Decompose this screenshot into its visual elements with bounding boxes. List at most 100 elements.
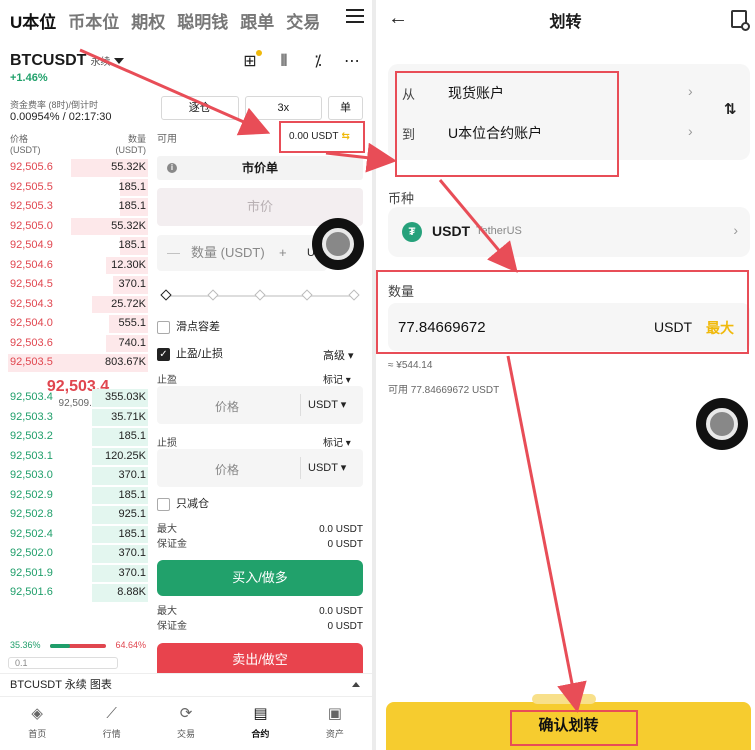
bid-row[interactable]: 92,503.0 370.1	[8, 466, 148, 486]
bid-row[interactable]: 92,501.9 370.1	[8, 564, 148, 584]
to-chevron-icon[interactable]: ›	[688, 123, 693, 139]
tpsl-checkbox[interactable]: ✓ 止盈/止损	[157, 347, 223, 361]
history-icon[interactable]	[731, 10, 750, 31]
ask-row[interactable]: 92,503.5 803.67K	[8, 353, 148, 373]
orderbook-header: 价格 (USDT) 数量 (USDT)	[10, 132, 146, 155]
bid-price: 92,501.6	[10, 586, 53, 598]
sell-short-button[interactable]: 卖出/做空	[157, 643, 363, 673]
leverage-button[interactable]: 3x	[244, 96, 323, 120]
tab-coin-margined[interactable]: 币本位	[68, 8, 119, 33]
bid-row[interactable]: 92,501.6 8.88K	[8, 583, 148, 603]
slider-step-75[interactable]	[301, 289, 313, 301]
slider-step-50[interactable]	[254, 289, 266, 301]
calculator-icon[interactable]: ⁒	[308, 52, 328, 72]
coin-label: 币种	[388, 191, 415, 206]
sl-price-input[interactable]: 价格 USDT ▾	[157, 449, 363, 487]
depth-select-value: 0.1	[15, 658, 28, 668]
bottom-nav: ◈ 首页 ⟋ 行情 ⟳ 交易 ▤ 合约 ▣ 资产	[0, 696, 372, 750]
funding-label: 资金费率 (8时)/倒计时	[10, 100, 99, 110]
chart-bar[interactable]: BTCUSDT 永续 图表	[0, 673, 372, 695]
ask-row[interactable]: 92,505.0 55.32K	[8, 217, 148, 237]
top-tabs: U本位 币本位 期权 聪明钱 跟单 交易	[0, 0, 372, 40]
ask-qty: 740.1	[118, 336, 146, 349]
ask-row[interactable]: 92,503.6 740.1	[8, 334, 148, 354]
tab-u-margined[interactable]: U本位	[10, 8, 56, 33]
tab-smart-money[interactable]: 聪明钱	[177, 8, 228, 33]
bid-row[interactable]: 92,502.9 185.1	[8, 486, 148, 506]
tab-copy-trading[interactable]: 跟单	[240, 8, 274, 33]
available-transfer-button[interactable]: 0.00 USDT ⇆	[279, 121, 365, 153]
bid-book: 92,503.4 355.03K 92,503.3 35.71K 92,503.2 185…	[8, 388, 148, 603]
trade-icon: ⟳	[179, 705, 193, 722]
ask-row[interactable]: 92,505.5 185.1	[8, 178, 148, 198]
from-chevron-icon[interactable]: ›	[688, 83, 693, 99]
bid-row[interactable]: 92,503.4 355.03K	[8, 388, 148, 408]
bid-row[interactable]: 92,503.2 185.1	[8, 427, 148, 447]
plus-icon[interactable]: +	[279, 235, 287, 271]
ask-qty: 803.67K	[105, 356, 146, 368]
ask-price: 92,504.9	[10, 239, 53, 251]
bid-row[interactable]: 92,503.1 120.25K	[8, 447, 148, 467]
tpsl-label: 止盈/止损	[176, 348, 224, 360]
ask-row[interactable]: 92,505.3 185.1	[8, 197, 148, 217]
bid-qty: 355.03K	[105, 391, 146, 403]
tab-options[interactable]: 期权	[131, 8, 165, 33]
nav-markets[interactable]: ⟋ 行情	[74, 697, 148, 750]
candlestick-icon[interactable]: ⫴	[274, 52, 294, 72]
ob-qty-unit: (USDT)	[115, 145, 147, 155]
buy-long-button[interactable]: 买入/做多	[157, 560, 363, 596]
slider-step-100[interactable]	[348, 289, 360, 301]
bid-row[interactable]: 92,502.4 185.1	[8, 525, 148, 545]
slippage-checkbox[interactable]: 滑点容差	[157, 320, 220, 334]
bid-row[interactable]: 92,502.0 370.1	[8, 544, 148, 564]
quantity-input[interactable]: — 数量 (USDT) + U	[157, 235, 327, 271]
minus-icon[interactable]: —	[167, 235, 180, 271]
tp-price-input[interactable]: 价格 USDT ▾	[157, 386, 363, 424]
buy-max-value: 0.0 USDT	[319, 524, 363, 535]
floating-assistive-ball[interactable]	[312, 218, 364, 270]
sl-price-unit[interactable]: USDT ▾	[308, 461, 346, 474]
tether-logo-icon: ₮	[402, 222, 422, 242]
tp-mark-select[interactable]: 标记 ▾	[323, 371, 351, 386]
available-label: 可用	[157, 134, 177, 145]
page-title: 划转	[549, 14, 582, 31]
checked-icon: ✓	[157, 347, 170, 361]
ask-row[interactable]: 92,505.6 55.32K	[8, 158, 148, 178]
nav-trade[interactable]: ⟳ 交易	[149, 697, 223, 750]
more-icon[interactable]: ⋯	[342, 52, 362, 72]
buy-max-label: 最大	[157, 524, 177, 535]
quantity-slider[interactable]	[160, 289, 360, 301]
ask-row[interactable]: 92,504.6 12.30K	[8, 256, 148, 276]
menu-icon[interactable]	[346, 9, 364, 25]
bid-qty: 370.1	[118, 469, 146, 481]
sl-mark-select[interactable]: 标记 ▾	[323, 434, 351, 449]
tp-price-unit[interactable]: USDT ▾	[308, 398, 346, 411]
slider-handle[interactable]	[160, 289, 172, 301]
coin-selector[interactable]: ₮ USDT TetherUS ›	[388, 207, 750, 257]
depth-select[interactable]: 0.1	[8, 657, 118, 669]
nav-home[interactable]: ◈ 首页	[0, 697, 74, 750]
tp-unit-label: USDT	[308, 399, 338, 411]
tab-trade[interactable]: 交易	[286, 8, 320, 33]
swap-icon[interactable]: ⇅	[724, 100, 737, 118]
order-type-select[interactable]: i 市价单	[157, 156, 363, 180]
reduce-only-checkbox[interactable]: 只减仓	[157, 497, 209, 511]
ask-row[interactable]: 92,504.5 370.1	[8, 275, 148, 295]
floating-assistive-ball[interactable]	[696, 398, 748, 450]
bid-qty: 925.1	[118, 508, 146, 520]
position-mode-button[interactable]: 单	[328, 96, 363, 120]
slider-step-25[interactable]	[207, 289, 219, 301]
gift-icon[interactable]: ⊞	[240, 50, 262, 72]
ask-row[interactable]: 92,504.0 555.1	[8, 314, 148, 334]
nav-assets[interactable]: ▣ 资产	[298, 697, 372, 750]
symbol-selector[interactable]: BTCUSDT 永续	[10, 52, 125, 70]
checkbox-icon	[157, 497, 170, 511]
ask-row[interactable]: 92,504.3 25.72K	[8, 295, 148, 315]
nav-futures[interactable]: ▤ 合约	[223, 697, 297, 750]
advanced-select[interactable]: 高级 ▾	[323, 347, 354, 363]
bid-row[interactable]: 92,503.3 35.71K	[8, 408, 148, 428]
bid-row[interactable]: 92,502.8 925.1	[8, 505, 148, 525]
margin-mode-button[interactable]: 逐仓	[161, 96, 239, 120]
ask-row[interactable]: 92,504.9 185.1	[8, 236, 148, 256]
slippage-label: 滑点容差	[176, 321, 220, 333]
